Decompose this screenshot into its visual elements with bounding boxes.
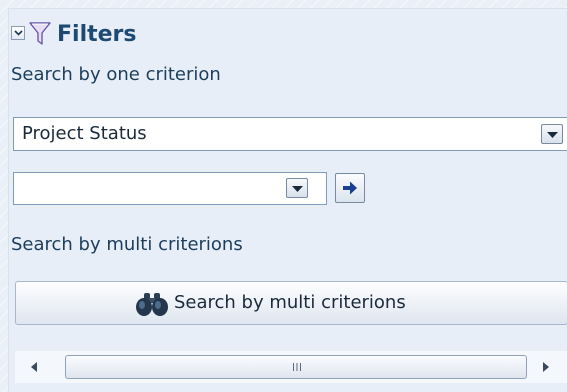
go-button[interactable] [335,173,365,203]
dropdown-arrow-icon [547,132,558,138]
chevron-down-icon [14,30,23,36]
filters-panel: Filters Search by one criterion Project … [8,8,567,392]
arrow-right-icon [343,181,357,195]
criterion-select[interactable]: Project Status [13,117,567,151]
scrollbar-thumb[interactable] [65,355,527,379]
collapse-button[interactable] [11,26,25,40]
value-dropdown-button[interactable] [286,178,308,198]
grip-icon [293,363,301,371]
funnel-icon [29,22,51,45]
scroll-right-icon[interactable] [539,359,553,375]
criterion-dropdown-button[interactable] [541,124,563,144]
criterion-value-select[interactable] [13,172,327,205]
dropdown-arrow-icon [292,186,303,192]
filters-title: Filters [57,22,137,47]
multi-criteria-button-label: Search by multi criterions [174,292,406,313]
single-criterion-label: Search by one criterion [11,64,221,85]
horizontal-scrollbar[interactable] [15,351,567,383]
multi-criteria-label: Search by multi criterions [11,234,243,255]
binoculars-icon [136,293,168,316]
criterion-select-value: Project Status [22,123,147,144]
search-multi-criteria-button[interactable]: Search by multi criterions [15,281,567,325]
scroll-left-icon[interactable] [27,359,41,375]
